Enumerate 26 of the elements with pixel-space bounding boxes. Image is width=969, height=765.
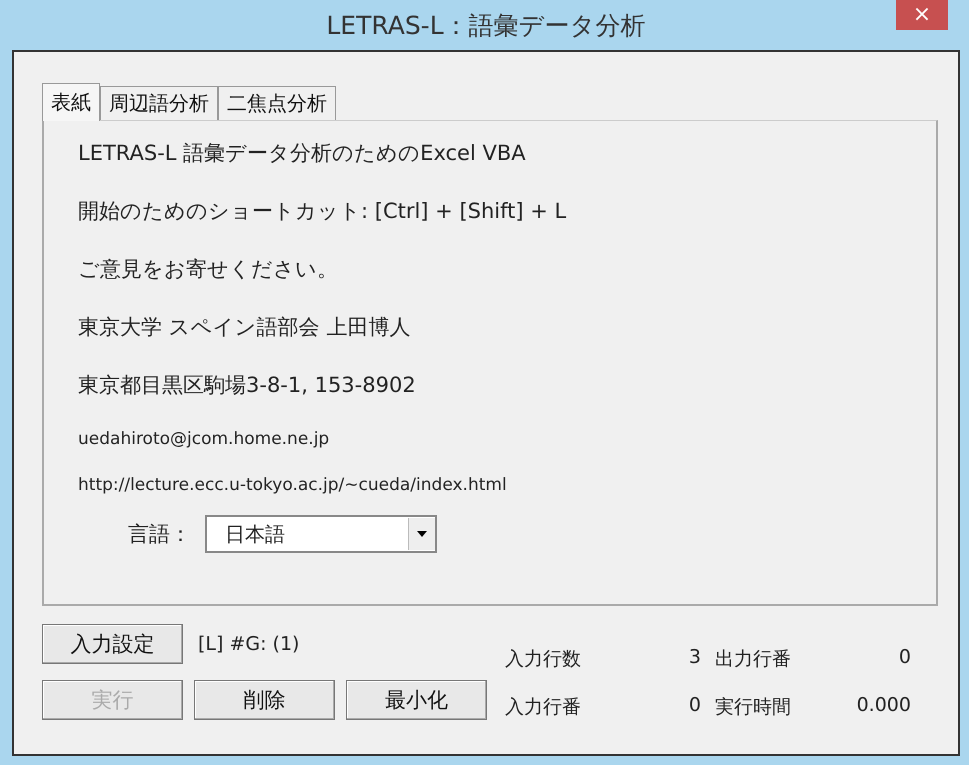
- action-button[interactable]: 削除: [194, 680, 335, 720]
- stat-label: 出力行番: [715, 647, 792, 672]
- stat-value: 0: [898, 646, 912, 670]
- close-button[interactable]: ×: [896, 0, 948, 30]
- info-text: uedahiroto@jcom.home.ne.jp: [78, 429, 330, 451]
- stat-value: 0: [688, 694, 702, 718]
- info-text: LETRAS-L 語彙データ分析のためのExcel VBA: [78, 140, 527, 167]
- stat-value: 3: [688, 646, 702, 670]
- stat-label: 入力行番: [505, 695, 582, 720]
- info-text: http://lecture.ecc.u-tokyo.ac.jp/~cueda/index.html: [78, 475, 508, 497]
- window-title: LETRAS-L：語彙データ分析: [326, 10, 646, 42]
- input-settings-button[interactable]: 入力設定: [42, 624, 183, 664]
- info-text: 東京大学 スペイン語部会 上田博人: [78, 314, 412, 341]
- action-button[interactable]: 最小化: [346, 680, 487, 720]
- group-label: [L] #G: (1): [198, 633, 300, 655]
- stat-label: 入力行数: [505, 647, 582, 672]
- info-text: 東京都目黒区駒場3-8-1, 153-8902: [78, 372, 417, 399]
- stat-label: 実行時間: [715, 695, 792, 720]
- language-label: 言語：: [128, 521, 191, 548]
- tab[interactable]: 周辺語分析: [100, 86, 218, 120]
- info-text: 開始のためのショートカット: [Ctrl] + [Shift] + L: [78, 198, 568, 225]
- info-text: ご意見をお寄せください。: [78, 256, 339, 283]
- tab[interactable]: 表紙: [42, 83, 100, 121]
- tab[interactable]: 二焦点分析: [218, 86, 336, 120]
- language-dropdown[interactable]: 日本語: [205, 515, 437, 553]
- stat-value: 0.000: [856, 694, 912, 718]
